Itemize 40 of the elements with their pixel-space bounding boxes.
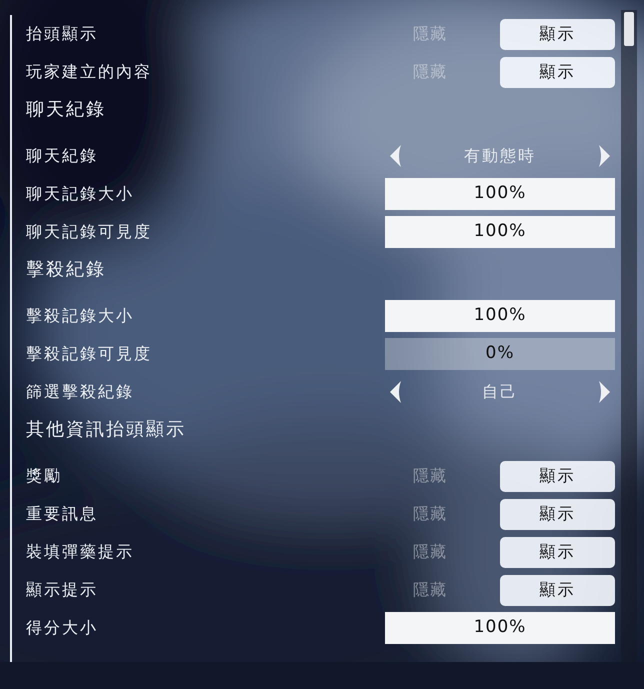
setting-label: 重要訊息	[26, 503, 98, 525]
setting-label: 篩選擊殺紀錄	[26, 381, 134, 403]
setting-label: 聊天記錄大小	[26, 183, 134, 205]
toggle-option[interactable]: 顯示	[500, 574, 615, 606]
setting-label: 顯示提示	[26, 579, 98, 601]
scroll-thumb[interactable]	[624, 12, 634, 46]
slider-value: 0%	[486, 342, 514, 366]
setting-label: 擊殺記錄大小	[26, 305, 134, 327]
next-arrow-icon[interactable]	[597, 144, 611, 168]
previous-arrow-icon[interactable]	[389, 380, 403, 404]
setting-label: 聊天紀錄	[26, 145, 98, 167]
section-heading: 擊殺紀錄	[26, 258, 106, 282]
setting-label: 獎勵	[26, 465, 62, 487]
setting-label: 裝填彈藥提示	[26, 541, 134, 563]
slider-value: 100%	[474, 304, 526, 328]
slider-track[interactable]: 100%	[385, 216, 615, 248]
toggle-option[interactable]: 顯示	[500, 18, 615, 50]
slider-value: 100%	[474, 182, 526, 206]
section-heading: 其他資訊抬頭顯示	[26, 418, 186, 442]
section-heading: 聊天紀錄	[26, 98, 106, 122]
setting-label: 擊殺記錄可見度	[26, 343, 152, 365]
slider-track[interactable]: 100%	[385, 178, 615, 210]
next-arrow-icon[interactable]	[597, 380, 611, 404]
setting-label: 抬頭顯示	[26, 23, 98, 45]
toggle-option[interactable]: 顯示	[500, 460, 615, 492]
setting-label: 聊天記錄可見度	[26, 221, 152, 243]
toggle-option[interactable]: 顯示	[500, 498, 615, 530]
setting-label: 得分大小	[26, 617, 98, 639]
setting-label: 玩家建立的內容	[26, 61, 152, 83]
toggle-option[interactable]: 顯示	[500, 56, 615, 88]
slider-track[interactable]: 100%	[385, 612, 615, 644]
previous-arrow-icon[interactable]	[389, 144, 403, 168]
toggle-option[interactable]: 顯示	[500, 536, 615, 568]
selector-value: 自己	[481, 381, 519, 403]
slider-value: 100%	[474, 220, 526, 244]
selector-value: 有動態時	[463, 145, 537, 167]
slider-track[interactable]: 100%	[385, 300, 615, 332]
slider-value: 100%	[474, 616, 526, 640]
scrollbar[interactable]	[621, 10, 637, 662]
slider-track[interactable]: 0%	[385, 338, 615, 370]
